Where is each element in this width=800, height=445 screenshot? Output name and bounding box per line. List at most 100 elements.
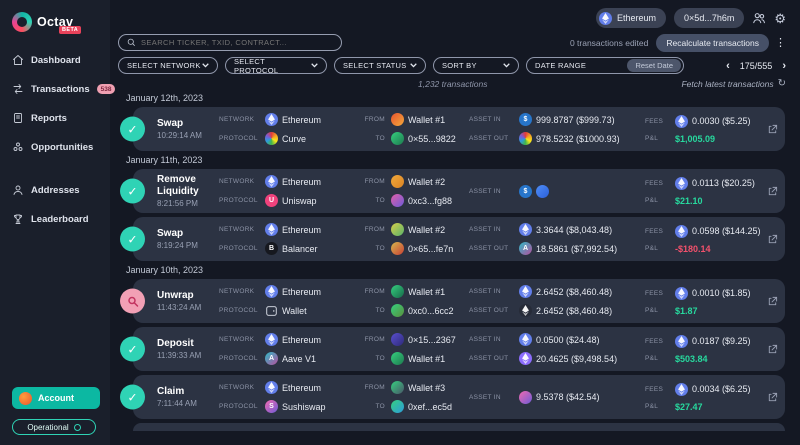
pnl-label: P&L: [645, 245, 669, 252]
protocol-label: PROTOCOL: [219, 245, 259, 252]
asset-in-label: ASSET IN: [469, 336, 513, 343]
fees-pnl-cell: FEES 0.0187 ($9.25) P&L $503.84: [645, 335, 767, 364]
app-window: Octav BETA Dashboard Transactions 538 Re…: [0, 0, 800, 445]
blue-token-icon: [536, 185, 549, 198]
sidebar-item-label: Transactions: [31, 84, 90, 95]
account-button[interactable]: Account: [12, 387, 100, 409]
sidebar-item-dashboard[interactable]: Dashboard: [12, 54, 102, 66]
protocol-value: SSushiswap: [265, 400, 355, 413]
eth-icon: [265, 381, 278, 394]
sidebar-spacer: [12, 242, 102, 387]
network-chip[interactable]: Ethereum: [596, 8, 666, 28]
wallet-avatar: [391, 304, 404, 317]
from-to-cell: FROM Wallet #1 TO 0xc0...6cc2: [355, 285, 469, 317]
fees-pnl-cell: FEES 0.0598 ($144.25) P&L -$180.14: [645, 225, 767, 254]
external-link-icon[interactable]: [767, 186, 778, 197]
people-icon: [752, 11, 766, 25]
reset-date-button[interactable]: Reset Date: [627, 59, 681, 72]
fees-label: FEES: [645, 228, 669, 235]
asset-in-value: $: [519, 185, 645, 198]
settings-gear-icon[interactable]: ⚙: [774, 12, 786, 25]
network-label: NETWORK: [219, 116, 259, 123]
status-search-icon[interactable]: [120, 289, 145, 314]
external-link-icon[interactable]: [767, 234, 778, 245]
search-box[interactable]: [118, 34, 342, 51]
asset-out-label: ASSET OUT: [469, 245, 513, 252]
to-value: 0xef...ec5d: [391, 400, 469, 413]
to-label: TO: [355, 245, 385, 252]
asset-out-label: ASSET OUT: [469, 307, 513, 314]
prev-page-icon[interactable]: ‹: [726, 60, 730, 72]
pnl-value: -$180.14: [675, 244, 767, 254]
sidebar-item-addresses[interactable]: Addresses: [12, 184, 102, 196]
transaction-row[interactable]: ✓ Deposit 11:39:33 AM NETWORK Ethereum P…: [133, 327, 785, 371]
sushi-icon: [519, 391, 532, 404]
status-check-icon[interactable]: ✓: [120, 385, 145, 410]
transaction-type: Claim: [157, 386, 219, 398]
sidebar-item-transactions[interactable]: Transactions 538: [12, 83, 102, 95]
protocol-label: PROTOCOL: [219, 197, 259, 204]
transaction-row[interactable]: Unwrap 11:43:24 AM NETWORK Ethereum PROT…: [133, 279, 785, 323]
status-check-icon[interactable]: ✓: [120, 337, 145, 362]
search-input[interactable]: [141, 38, 333, 47]
kebab-menu-icon[interactable]: ⋮: [775, 36, 786, 49]
from-value: Wallet #1: [391, 285, 469, 298]
network-label: NETWORK: [219, 336, 259, 343]
filter-bar: SELECT NETWORK SELECT PROTOCOL SELECT ST…: [118, 57, 786, 74]
from-label: FROM: [355, 384, 385, 391]
sidebar-item-leaderboard[interactable]: Leaderboard: [12, 213, 102, 225]
wallet-icon: [265, 304, 278, 317]
date-range-input[interactable]: DATE RANGE Reset Date: [526, 57, 684, 74]
sidebar: Octav BETA Dashboard Transactions 538 Re…: [0, 0, 110, 445]
pnl-label: P&L: [645, 135, 669, 142]
sidebar-item-reports[interactable]: Reports: [12, 112, 102, 124]
network-value: Ethereum: [265, 175, 355, 188]
asset-out-label: ASSET OUT: [469, 135, 513, 142]
transaction-type: Remove Liquidity: [157, 174, 219, 197]
select-protocol-dropdown[interactable]: SELECT PROTOCOL: [225, 57, 327, 74]
sort-by-dropdown[interactable]: SORT BY: [433, 57, 519, 74]
to-value: Wallet #1: [391, 352, 469, 365]
sidebar-item-opportunities[interactable]: Opportunities: [12, 141, 102, 153]
transaction-row[interactable]: ✓ Swap 8:19:24 PM NETWORK Ethereum PROTO…: [133, 217, 785, 261]
operational-status-pill[interactable]: Operational: [12, 419, 96, 435]
transaction-row[interactable]: ✓ Remove Liquidity 8:21:56 PM NETWORK Et…: [133, 169, 785, 213]
eth-icon: [265, 175, 278, 188]
next-row-peek: [133, 423, 785, 431]
fees-label: FEES: [645, 386, 669, 393]
status-check-icon[interactable]: ✓: [120, 227, 145, 252]
external-link-icon[interactable]: [767, 124, 778, 135]
from-to-cell: FROM 0×15...2367 TO Wallet #1: [355, 333, 469, 365]
protocol-value: BBalancer: [265, 242, 355, 255]
external-link-icon[interactable]: [767, 296, 778, 307]
transaction-row[interactable]: ✓ Swap 10:29:14 AM NETWORK Ethereum PROT…: [133, 107, 785, 151]
network-label: NETWORK: [219, 384, 259, 391]
fetch-latest-transactions-button[interactable]: Fetch latest transactions ↻: [681, 78, 786, 89]
external-link-icon[interactable]: [767, 344, 778, 355]
network-value: Ethereum: [265, 285, 355, 298]
fees-value: 0.0034 ($6.25): [675, 383, 767, 396]
transaction-time: 10:29:14 AM: [157, 131, 219, 140]
network-protocol-cell: NETWORK Ethereum PROTOCOL UUniswap: [219, 175, 355, 207]
wallet-address-chip[interactable]: 0×5d...7h6m: [674, 8, 744, 28]
transactions-edited-text: 0 transactions edited: [570, 38, 648, 48]
transaction-type: Unwrap: [157, 290, 219, 302]
select-status-dropdown[interactable]: SELECT STATUS: [334, 57, 426, 74]
from-value: 0×15...2367: [391, 333, 469, 346]
recalculate-transactions-button[interactable]: Recalculate transactions: [656, 34, 769, 52]
opportunities-icon: [12, 141, 24, 153]
transactions-list: January 12th, 2023 ✓ Swap 10:29:14 AM NE…: [118, 93, 786, 419]
status-check-icon[interactable]: ✓: [120, 179, 145, 204]
status-ring-icon: [74, 424, 81, 431]
next-page-icon[interactable]: ›: [782, 60, 786, 72]
pnl-label: P&L: [645, 403, 669, 410]
to-label: TO: [355, 135, 385, 142]
transaction-row[interactable]: ✓ Claim 7:11:44 AM NETWORK Ethereum PROT…: [133, 375, 785, 419]
curve-icon: [265, 132, 278, 145]
select-network-dropdown[interactable]: SELECT NETWORK: [118, 57, 218, 74]
uniswap-icon: U: [265, 194, 278, 207]
external-link-icon[interactable]: [767, 392, 778, 403]
status-check-icon[interactable]: ✓: [120, 117, 145, 142]
eth-icon: [675, 225, 688, 238]
accounts-people-button[interactable]: [752, 11, 766, 25]
